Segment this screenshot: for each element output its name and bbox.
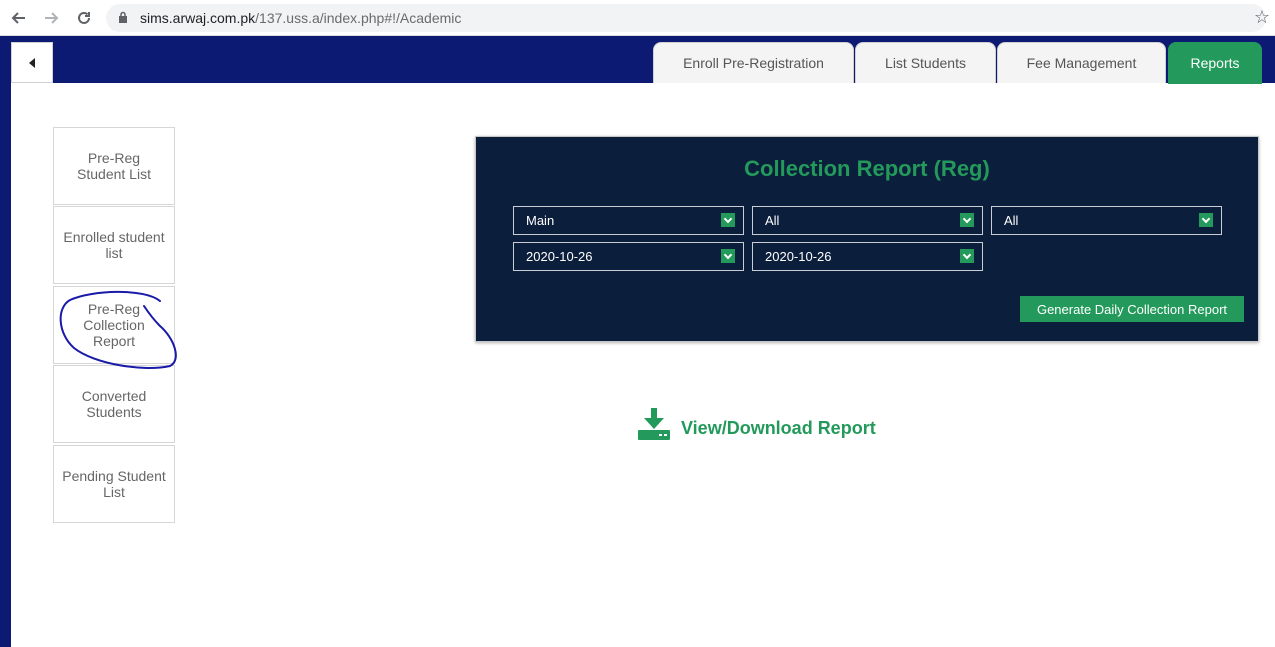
chevron-down-icon (960, 249, 974, 263)
sidebar-item-converted-students[interactable]: Converted Students (53, 365, 175, 443)
download-icon (638, 408, 670, 440)
filter-select-3[interactable]: All (991, 206, 1222, 235)
collapse-sidebar-button[interactable] (11, 42, 53, 83)
arrow-right-icon[interactable] (40, 6, 64, 30)
tab-list-students[interactable]: List Students (855, 42, 996, 83)
star-icon[interactable]: ☆ (1254, 7, 1270, 28)
lock-icon (118, 11, 128, 29)
view-download-report-link[interactable]: View/Download Report (636, 402, 876, 442)
tab-reports[interactable]: Reports (1168, 42, 1262, 84)
chevron-down-icon (1199, 213, 1213, 227)
arrow-left-icon[interactable] (6, 6, 30, 30)
collection-report-panel: Collection Report (Reg) Main All All 202… (475, 136, 1259, 342)
chevron-down-icon (960, 213, 974, 227)
browser-toolbar: sims.arwaj.com.pk/137.uss.a/index.php#!/… (0, 0, 1275, 36)
date-to-select[interactable]: 2020-10-26 (752, 242, 983, 271)
reload-icon[interactable] (72, 6, 96, 30)
sidebar-item-label: Converted Students (81, 388, 147, 420)
tab-fee-management[interactable]: Fee Management (997, 42, 1166, 83)
left-border (0, 36, 11, 647)
sidebar-item-label: Pre-Reg Student List (77, 150, 151, 182)
download-link-label: View/Download Report (681, 418, 876, 438)
tab-label: Reports (1190, 54, 1240, 71)
url-text: sims.arwaj.com.pk/137.uss.a/index.php#!/… (140, 10, 462, 26)
tab-label: Fee Management (1026, 55, 1137, 71)
select-value: All (1004, 213, 1019, 228)
generate-daily-collection-report-button[interactable]: Generate Daily Collection Report (1020, 296, 1244, 322)
sidebar-item-label: Pending Student List (62, 468, 166, 500)
sidebar-item-enrolled-student-list[interactable]: Enrolled student list (53, 206, 175, 284)
caret-left-icon (29, 57, 35, 68)
campus-select[interactable]: Main (513, 206, 744, 235)
sidebar-item-pending-student-list[interactable]: Pending Student List (53, 445, 175, 523)
filter-select-2[interactable]: All (752, 206, 983, 235)
select-value: 2020-10-26 (526, 249, 593, 264)
tab-label: List Students (885, 55, 966, 71)
sidebar-item-label: Enrolled student list (63, 229, 165, 261)
chevron-down-icon (721, 249, 735, 263)
select-value: 2020-10-26 (765, 249, 832, 264)
select-value: Main (526, 213, 555, 228)
annotation-circle (59, 290, 177, 369)
chevron-down-icon (721, 213, 735, 227)
date-from-select[interactable]: 2020-10-26 (513, 242, 744, 271)
select-value: All (765, 213, 780, 228)
address-bar[interactable]: sims.arwaj.com.pk/137.uss.a/index.php#!/… (106, 4, 1270, 32)
panel-title: Collection Report (Reg) (744, 156, 990, 181)
sidebar-item-pre-reg-student-list[interactable]: Pre-Reg Student List (53, 127, 175, 205)
tab-label: Enroll Pre-Registration (683, 55, 824, 71)
tab-enroll-pre-registration[interactable]: Enroll Pre-Registration (653, 42, 854, 83)
